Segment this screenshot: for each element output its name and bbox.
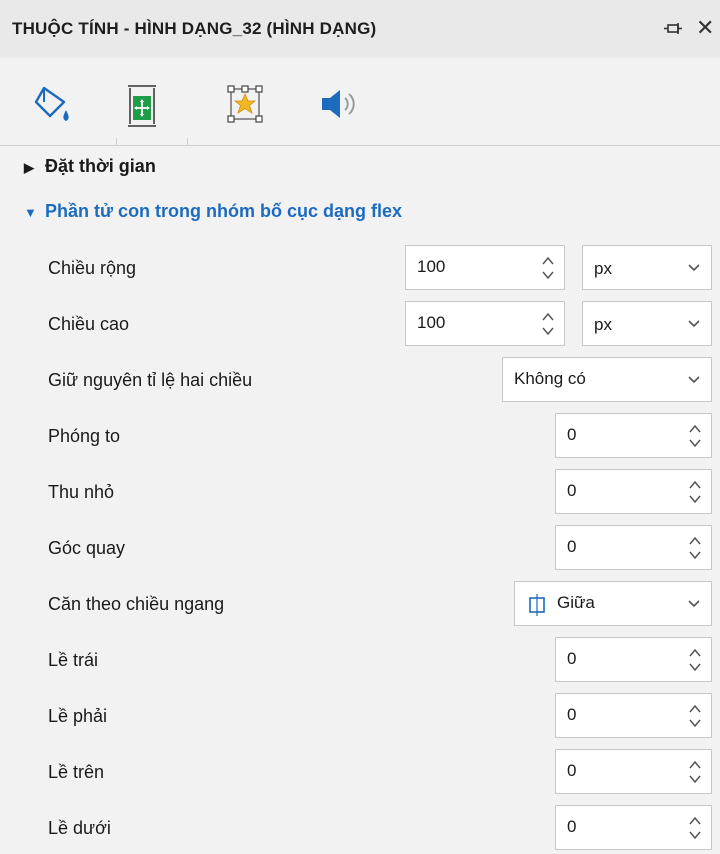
star-effect-icon [222,80,284,132]
tab-layout[interactable] [120,80,182,140]
tab-effects[interactable] [222,80,284,140]
width-label: Chiều rộng [48,258,137,278]
align-center-icon [527,594,547,621]
close-icon[interactable]: ✕ [696,15,714,41]
section-timing-header[interactable]: ▶ Đặt thời gian [24,156,156,184]
width-unit-value: px [594,259,612,278]
margin-bottom-label: Lề dưới [48,818,111,838]
spinner-arrows-icon[interactable] [687,644,703,676]
spinner-arrows-icon[interactable] [687,532,703,564]
spinner-arrows-icon[interactable] [687,476,703,508]
triangle-down-icon: ▼ [24,205,37,220]
height-input[interactable]: 100 [405,301,565,346]
margin-top-value: 0 [567,761,577,780]
height-unit-select[interactable]: px [582,301,712,346]
chevron-down-icon [687,372,701,386]
spinner-arrows-icon[interactable] [687,812,703,844]
aspect-label: Giữ nguyên tỉ lệ hai chiều [48,370,253,390]
halign-value: Giữa [557,593,595,612]
section-flex-label: Phần tử con trong nhóm bố cục dạng flex [45,201,403,221]
height-unit-value: px [594,315,612,334]
shrink-label: Thu nhỏ [48,482,115,502]
chevron-down-icon [687,316,701,330]
margin-left-label: Lề trái [48,650,99,670]
tab-sound[interactable] [318,80,380,140]
margin-right-label: Lề phải [48,706,108,726]
rotation-label: Góc quay [48,538,126,558]
spinner-arrows-icon[interactable] [687,700,703,732]
spinner-arrows-icon[interactable] [540,252,556,284]
rotation-input[interactable]: 0 [555,525,712,570]
property-tabs [0,58,720,146]
grow-label: Phóng to [48,426,121,446]
halign-select[interactable]: Giữa [514,581,712,626]
shrink-input[interactable]: 0 [555,469,712,514]
section-flex-header[interactable]: ▼ Phần tử con trong nhóm bố cục dạng fle… [24,201,402,229]
shrink-value: 0 [567,481,577,500]
pin-icon[interactable] [662,18,684,40]
spinner-arrows-icon[interactable] [687,756,703,788]
margin-right-input[interactable]: 0 [555,693,712,738]
spinner-arrows-icon[interactable] [540,308,556,340]
panel-titlebar: THUỘC TÍNH - HÌNH DẠNG_32 (HÌNH DẠNG) ✕ [0,0,720,58]
grow-input[interactable]: 0 [555,413,712,458]
halign-label: Căn theo chiều ngang [48,594,225,614]
chevron-down-icon [687,596,701,610]
height-value: 100 [417,313,446,332]
margin-left-value: 0 [567,649,577,668]
speaker-sound-icon [318,80,380,132]
layout-position-icon [120,80,182,132]
width-unit-select[interactable]: px [582,245,712,290]
width-value: 100 [417,257,446,276]
panel-title: THUỘC TÍNH - HÌNH DẠNG_32 (HÌNH DẠNG) [12,19,377,38]
chevron-down-icon [687,260,701,274]
rotation-value: 0 [567,537,577,556]
toolbar-divider [0,145,720,146]
width-input[interactable]: 100 [405,245,565,290]
section-timing-label: Đặt thời gian [45,156,156,176]
margin-bottom-value: 0 [567,817,577,836]
tab-fill[interactable] [30,80,92,140]
aspect-select[interactable]: Không có [502,357,712,402]
margin-right-value: 0 [567,705,577,724]
margin-top-input[interactable]: 0 [555,749,712,794]
triangle-right-icon: ▶ [24,160,34,175]
grow-value: 0 [567,425,577,444]
aspect-value: Không có [514,369,586,388]
margin-top-label: Lề trên [48,762,105,782]
paint-bucket-icon [30,80,92,132]
margin-left-input[interactable]: 0 [555,637,712,682]
spinner-arrows-icon[interactable] [687,420,703,452]
active-tab-indicator [116,138,188,145]
margin-bottom-input[interactable]: 0 [555,805,712,850]
height-label: Chiều cao [48,314,130,334]
